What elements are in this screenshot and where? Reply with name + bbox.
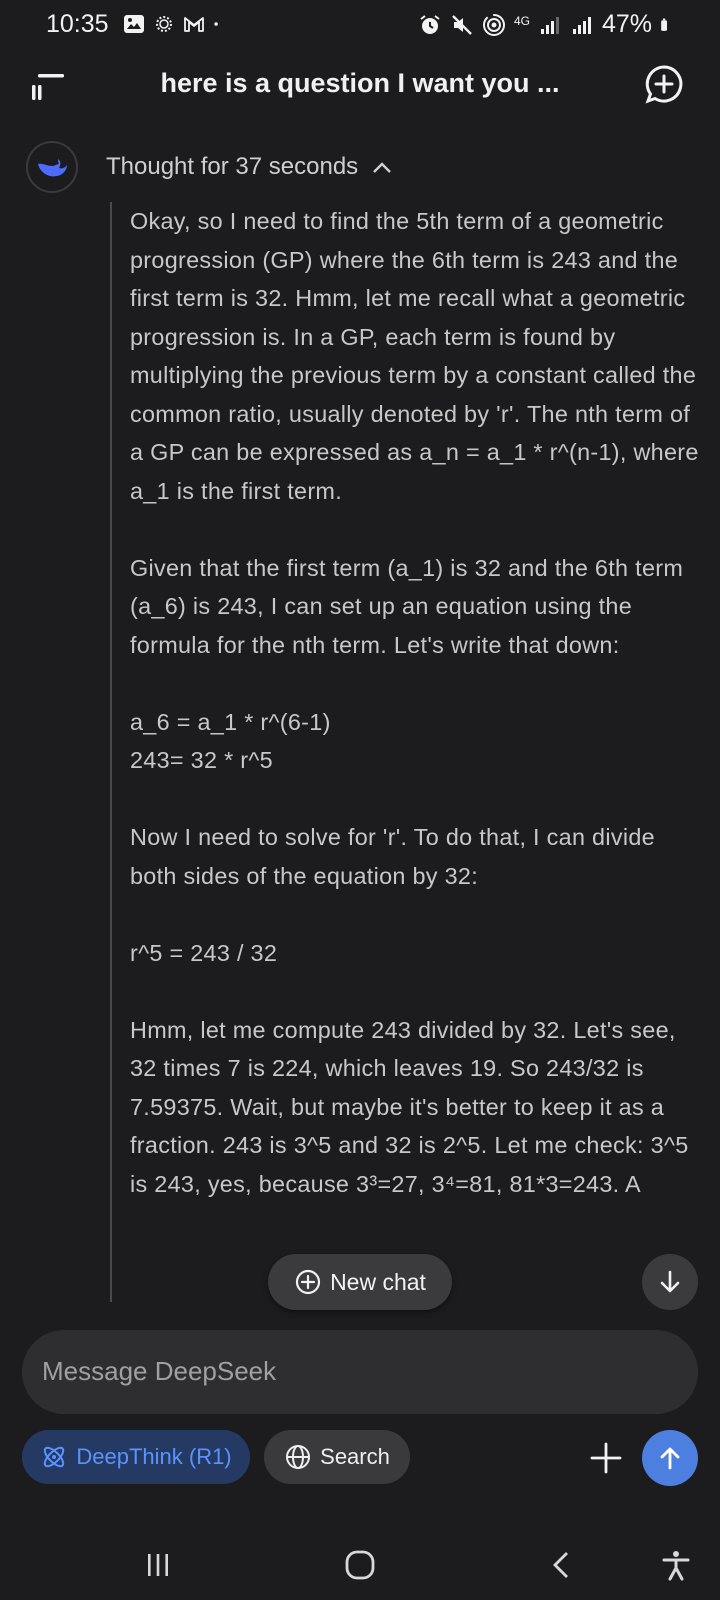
image-icon <box>124 15 144 33</box>
new-chat-pill-button[interactable]: New chat <box>268 1254 452 1310</box>
deepthink-label: DeepThink (R1) <box>76 1444 232 1469</box>
arrow-up-icon <box>660 1447 680 1470</box>
deepthink-toggle[interactable]: DeepThink (R1) <box>22 1430 250 1484</box>
thought-paragraph: Now I need to solve for 'r'. To do that,… <box>130 824 662 889</box>
thought-paragraph: a_6 = a_1 * r^(6-1) 243= 32 * r^5 <box>130 708 331 774</box>
whale-icon <box>38 159 67 177</box>
system-icons: 4G 47% <box>418 10 674 39</box>
arrow-down-icon <box>660 1270 680 1293</box>
menu-button[interactable] <box>28 68 68 104</box>
hotspot-icon <box>482 13 505 36</box>
plus-circle-icon <box>295 1269 321 1295</box>
attach-button[interactable] <box>584 1436 628 1480</box>
thought-paragraph: Given that the first term (a_1) is 32 an… <box>130 554 690 658</box>
signal-icon <box>540 16 559 34</box>
thought-paragraph: Hmm, let me compute 243 divided by 32. L… <box>130 1016 696 1197</box>
battery-percent: 47% <box>601 10 652 38</box>
plus-icon <box>590 1442 622 1474</box>
atom-icon <box>44 1446 65 1468</box>
home-icon <box>345 1550 375 1580</box>
conversation-title[interactable]: here is a question I want you ... <box>110 68 610 99</box>
search-label: Search <box>320 1444 390 1469</box>
status-time: 10:35 <box>46 10 109 38</box>
back-button[interactable] <box>532 1540 592 1590</box>
new-chat-button[interactable] <box>644 64 684 104</box>
home-button[interactable] <box>330 1540 390 1590</box>
sun-icon <box>156 16 172 32</box>
thought-duration-label: Thought for 37 seconds <box>106 153 359 180</box>
thought-paragraph: r^5 = 243 / 32 <box>130 939 278 966</box>
notification-icons <box>122 12 226 36</box>
deepseek-avatar <box>26 141 78 193</box>
dot-icon <box>214 22 218 26</box>
alarm-icon <box>420 14 440 34</box>
mute-icon <box>452 14 472 35</box>
status-bar: 10:35 4G 47% <box>0 0 720 50</box>
battery-icon <box>661 18 667 31</box>
message-composer <box>22 1330 698 1414</box>
thought-paragraph: Okay, so I need to find the 5th term of … <box>130 208 699 504</box>
recents-icon <box>148 1554 168 1576</box>
search-toggle[interactable]: Search <box>264 1430 410 1484</box>
signal-icon <box>572 16 591 34</box>
plus-bubble-icon <box>645 65 683 104</box>
gmail-icon <box>184 17 204 32</box>
accessibility-icon <box>662 1551 690 1581</box>
accessibility-button[interactable] <box>646 1540 706 1590</box>
send-button[interactable] <box>642 1430 698 1486</box>
system-navigation-bar <box>0 1540 720 1600</box>
recents-button[interactable] <box>128 1540 188 1590</box>
thought-content: Okay, so I need to find the 5th term of … <box>110 202 700 1302</box>
menu-icon <box>32 74 64 100</box>
chevron-up-icon <box>373 162 392 173</box>
thought-toggle[interactable]: Thought for 37 seconds <box>26 141 392 193</box>
scroll-to-bottom-button[interactable] <box>642 1254 698 1310</box>
message-input[interactable] <box>42 1348 662 1394</box>
app-header: here is a question I want you ... <box>0 54 720 118</box>
back-icon <box>553 1552 568 1578</box>
new-chat-label: New chat <box>330 1268 426 1295</box>
globe-icon <box>286 1445 311 1469</box>
network-type: 4G <box>513 13 530 28</box>
